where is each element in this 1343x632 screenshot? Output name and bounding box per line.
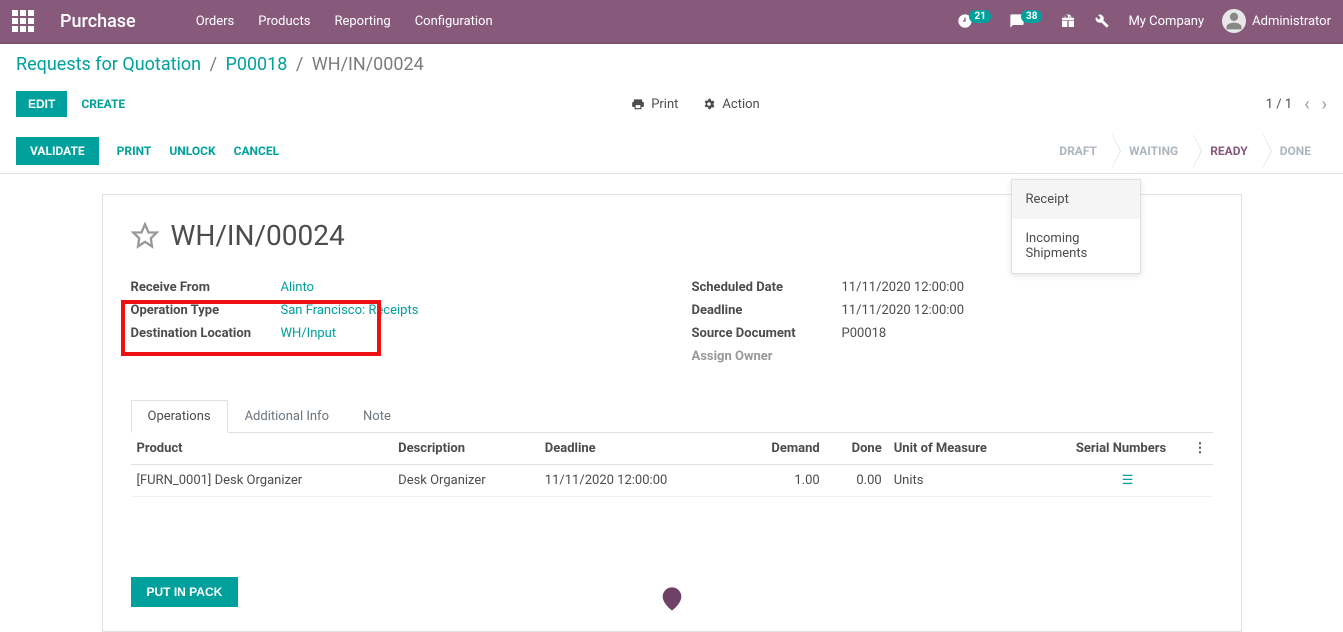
dropdown-incoming[interactable]: Incoming Shipments — [1012, 219, 1140, 273]
action-dropdown[interactable]: Action — [702, 97, 759, 112]
print-label: Print — [651, 97, 678, 112]
pager-total: 1 — [1285, 97, 1292, 112]
cancel-button[interactable]: CANCEL — [234, 137, 279, 165]
action-label: Action — [722, 97, 759, 112]
topbar-right: 21 38 My Company Administrator — [957, 9, 1331, 33]
col-serial: Serial Numbers — [1076, 441, 1166, 456]
operation-type-value[interactable]: San Francisco: Receipts — [281, 303, 419, 318]
tab-note[interactable]: Note — [346, 400, 408, 432]
apps-icon[interactable] — [12, 10, 40, 32]
receive-from-label: Receive From — [131, 280, 281, 295]
top-menu: Orders Products Reporting Configuration — [196, 14, 493, 29]
activity-indicator[interactable]: 21 — [957, 13, 990, 29]
operation-type-dropdown: Receipt Incoming Shipments — [1011, 179, 1141, 274]
operation-type-label: Operation Type — [131, 303, 281, 318]
breadcrumb-root[interactable]: Requests for Quotation — [16, 54, 201, 75]
col-description: Description — [392, 433, 539, 465]
favorite-star-icon[interactable] — [131, 222, 159, 250]
col-deadline: Deadline — [539, 433, 737, 465]
menu-products[interactable]: Products — [258, 14, 310, 29]
col-product: Product — [131, 433, 393, 465]
pager-current: 1 — [1266, 97, 1273, 112]
activity-badge: 21 — [969, 10, 990, 23]
unlock-button[interactable]: UNLOCK — [169, 137, 215, 165]
source-document-value: P00018 — [842, 326, 887, 341]
cell-done: 0.00 — [826, 465, 888, 497]
cell-product: [FURN_0001] Desk Organizer — [131, 465, 393, 497]
user-menu[interactable]: Administrator — [1222, 9, 1331, 33]
top-navbar: Purchase Orders Products Reporting Confi… — [0, 0, 1343, 44]
tab-additional-info[interactable]: Additional Info — [228, 400, 346, 432]
destination-location-value[interactable]: WH/Input — [281, 326, 337, 341]
status-waiting[interactable]: WAITING — [1113, 134, 1194, 168]
module-brand[interactable]: Purchase — [60, 11, 136, 32]
validate-button[interactable]: VALIDATE — [16, 137, 99, 165]
breadcrumb-parent[interactable]: P00018 — [225, 54, 287, 75]
create-button[interactable]: CREATE — [81, 97, 125, 111]
page-title: WH/IN/00024 — [171, 219, 345, 252]
pager: 1 / 1 ‹ › — [1266, 94, 1327, 115]
scheduled-date-value: 11/11/2020 12:00:00 — [842, 280, 965, 295]
print-button[interactable]: Print — [631, 97, 678, 112]
dropdown-receipt[interactable]: Receipt — [1012, 180, 1140, 219]
put-in-pack-button[interactable]: PUT IN PACK — [131, 577, 239, 607]
gear-icon — [702, 97, 716, 111]
printer-icon — [631, 97, 645, 111]
form-sheet: Receipt Incoming Shipments WH/IN/00024 R… — [102, 194, 1242, 632]
destination-location-label: Destination Location — [131, 326, 281, 341]
assign-owner-label: Assign Owner — [692, 349, 842, 364]
cell-uom: Units — [888, 465, 1043, 497]
notebook-tabs: Operations Additional Info Note — [131, 400, 1213, 433]
user-avatar — [1222, 9, 1246, 33]
gift-icon[interactable] — [1060, 13, 1076, 29]
company-switcher[interactable]: My Company — [1128, 14, 1204, 29]
col-uom: Unit of Measure — [888, 433, 1043, 465]
pager-prev[interactable]: ‹ — [1304, 94, 1309, 115]
status-ready[interactable]: READY — [1194, 134, 1263, 168]
statusbar: VALIDATE PRINT UNLOCK CANCEL DRAFT WAITI… — [0, 129, 1343, 174]
control-panel: EDIT CREATE Print Action 1 / 1 ‹ › — [0, 85, 1343, 129]
wrench-icon[interactable] — [1094, 13, 1110, 29]
status-flow: DRAFT WAITING READY DONE — [1043, 134, 1327, 168]
discuss-badge: 38 — [1021, 10, 1042, 23]
cell-deadline: 11/11/2020 12:00:00 — [539, 465, 737, 497]
cell-description: Desk Organizer — [392, 465, 539, 497]
breadcrumb: Requests for Quotation / P00018 / WH/IN/… — [0, 44, 1343, 85]
status-done[interactable]: DONE — [1264, 134, 1327, 168]
menu-reporting[interactable]: Reporting — [334, 14, 390, 29]
scheduled-date-label: Scheduled Date — [692, 280, 842, 295]
edit-button[interactable]: EDIT — [16, 91, 67, 117]
receive-from-value[interactable]: Alinto — [281, 280, 315, 295]
deadline-value: 11/11/2020 12:00:00 — [842, 303, 965, 318]
deadline-label: Deadline — [692, 303, 842, 318]
pager-next[interactable]: › — [1322, 94, 1327, 115]
location-pin-icon[interactable] — [658, 585, 686, 613]
status-draft[interactable]: DRAFT — [1043, 134, 1113, 168]
column-options-icon[interactable]: ⋮ — [1194, 441, 1207, 456]
source-document-label: Source Document — [692, 326, 842, 341]
cell-demand: 1.00 — [737, 465, 826, 497]
discuss-indicator[interactable]: 38 — [1009, 13, 1042, 29]
user-name: Administrator — [1252, 14, 1331, 29]
breadcrumb-current: WH/IN/00024 — [312, 54, 424, 75]
menu-orders[interactable]: Orders — [196, 14, 235, 29]
print-status-button[interactable]: PRINT — [117, 137, 152, 165]
menu-configuration[interactable]: Configuration — [415, 14, 493, 29]
table-row[interactable]: [FURN_0001] Desk Organizer Desk Organize… — [131, 465, 1213, 497]
col-demand: Demand — [737, 433, 826, 465]
operations-table: Product Description Deadline Demand Done… — [131, 433, 1213, 497]
tab-operations[interactable]: Operations — [131, 400, 228, 433]
detail-lines-icon[interactable]: ☰ — [1122, 473, 1134, 488]
col-done: Done — [826, 433, 888, 465]
